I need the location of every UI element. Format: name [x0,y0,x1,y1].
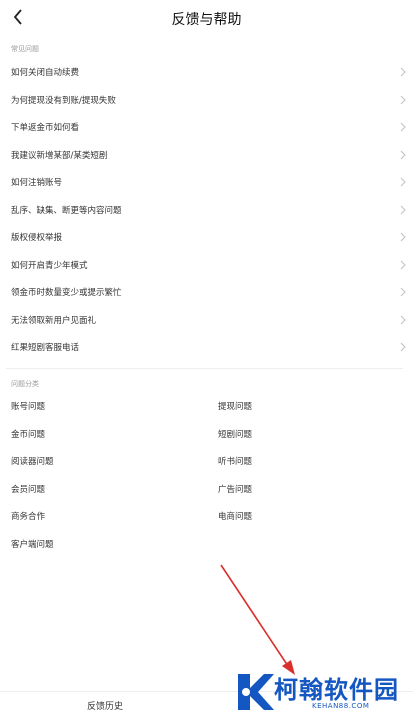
chevron-right-icon [400,150,406,159]
category-item[interactable]: 广告问题 [218,483,252,495]
category-item[interactable]: 账号问题 [11,400,45,412]
page-title: 反馈与帮助 [171,12,242,28]
category-item[interactable]: 会员问题 [11,483,45,495]
section-divider [6,368,403,369]
faq-item-label: 为何提现没有到账/提现失败 [11,95,116,106]
faq-item[interactable]: 领金币时数量变少或提示繁忙 [0,278,413,306]
faq-item-label: 如何注销账号 [11,178,63,188]
category-item[interactable]: 商务合作 [11,510,45,522]
chevron-right-icon [400,315,406,324]
chevron-right-icon [400,177,406,187]
faq-item-label: 如何关闭自动续费 [11,68,80,78]
top-nav-bar: 反馈与帮助 [0,0,413,36]
category-item[interactable]: 金币问题 [11,428,45,440]
faq-item[interactable]: 如何开启青少年模式 [0,251,413,279]
faq-item-label: 我建议新增某部/某类短剧 [11,150,108,161]
faq-item-label: 红果短剧客服电话 [11,343,80,353]
chevron-right-icon [400,232,406,242]
faq-section-label: 常见问题 [11,45,39,53]
category-section-label: 问题分类 [11,380,39,388]
watermark-title: 柯翰软件园 [274,676,399,704]
faq-item-label: 无法领取新用户见面礼 [11,315,97,326]
watermark-url: KEHAN88.COM [312,702,370,710]
chevron-right-icon [400,260,406,269]
faq-item[interactable]: 下单返金币如何看 [0,113,413,141]
faq-item[interactable]: 红果短剧客服电话 [0,333,413,361]
chevron-right-icon [400,287,406,297]
category-item[interactable]: 提现问题 [218,400,252,412]
category-item[interactable]: 客户端问题 [11,538,54,550]
faq-list: 如何关闭自动续费为何提现没有到账/提现失败 下单返金币如何看我建议新增某部/某类短… [0,58,413,361]
watermark: 柯翰软件园 KEHAN88.COM [232,668,402,716]
faq-item-label: 如何开启青少年模式 [11,260,88,271]
category-item[interactable]: 短剧问题 [218,428,252,440]
faq-item[interactable]: 为何提现没有到账/提现失败 [0,86,413,114]
category-item[interactable]: 听书问题 [218,455,252,467]
faq-item[interactable]: 乱序、缺集、断更等内容问题 [0,196,413,224]
category-item[interactable]: 阅读器问题 [11,455,54,467]
chevron-right-icon [400,205,406,214]
faq-item-label: 领金币时数量变少或提示繁忙 [11,288,122,298]
chevron-right-icon [400,342,406,352]
faq-item-label: 乱序、缺集、断更等内容问题 [11,205,122,216]
category-item[interactable]: 电商问题 [218,510,252,522]
faq-item[interactable]: 我建议新增某部/某类短剧 [0,141,413,169]
chevron-right-icon [400,122,406,132]
kehan-logo-icon [238,674,274,710]
faq-item-label: 版权侵权举报 [11,233,63,243]
faq-item-label: 下单返金币如何看 [11,123,80,133]
faq-item[interactable]: 无法领取新用户见面礼 [0,306,413,334]
chevron-right-icon [400,67,406,77]
feedback-history-button[interactable]: 反馈历史 [50,699,160,712]
faq-item[interactable]: 版权侵权举报 [0,223,413,251]
faq-item[interactable]: 如何注销账号 [0,168,413,196]
chevron-right-icon [400,95,406,104]
faq-item[interactable]: 如何关闭自动续费 [0,58,413,86]
